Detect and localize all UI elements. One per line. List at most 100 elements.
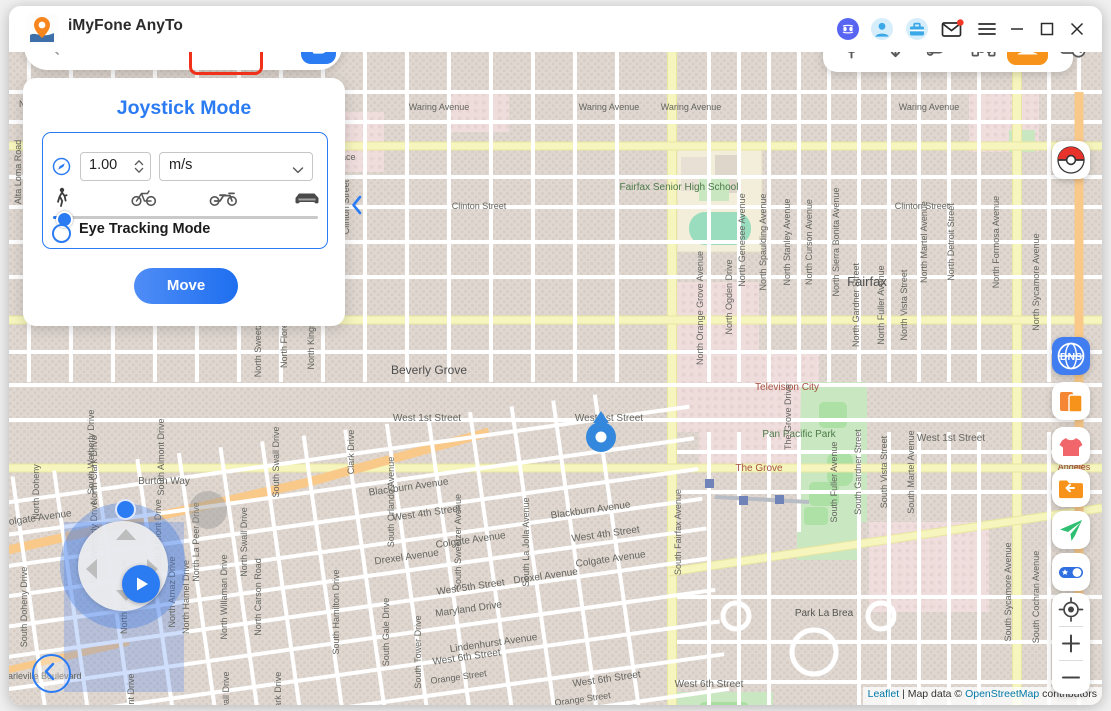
current-location-marker[interactable] (586, 411, 616, 458)
title-bar: iMyFone AnyTo (9, 6, 1102, 52)
map-street-label: South Orlando Avenue (386, 457, 396, 547)
move-button[interactable]: Move (134, 268, 238, 304)
app-title: iMyFone AnyTo (68, 17, 183, 35)
eye-tracking-radio[interactable] (52, 224, 71, 243)
speed-input[interactable]: 1.00 (80, 152, 151, 181)
map-street-label: South Hamilton Drive (331, 569, 341, 654)
map-label: Fairfax Senior High School (620, 182, 739, 193)
walk-icon (51, 187, 73, 205)
joystick-control[interactable] (60, 503, 186, 629)
user-account-icon[interactable] (870, 17, 894, 41)
map-label: Waring Avenue (899, 102, 960, 112)
map-street-label: South Fairfax Avenue (673, 489, 683, 575)
map-street-label: North Willaman Drive (219, 554, 229, 639)
map-street-label: North Spaulding Avenue (758, 194, 768, 291)
joystick-play-button[interactable] (122, 565, 160, 603)
chevron-down-icon (292, 162, 304, 180)
map-street-label: The Grove Drive (783, 384, 793, 450)
speed-unit-select[interactable]: m/s (159, 152, 313, 181)
map-label: West 1st Street (917, 433, 985, 444)
minimize-button[interactable] (1006, 18, 1028, 40)
pokeball-button[interactable] (1052, 141, 1090, 179)
app-logo-icon (26, 13, 58, 45)
map-street-label: South Cochran Avenue (1031, 551, 1041, 643)
locate-me-button[interactable] (1052, 593, 1090, 626)
map-street-label: North Sierra Bonita Avenue (831, 188, 841, 297)
panel-collapse-button[interactable] (349, 194, 365, 221)
map-street-label: North Fuller Avenue (876, 265, 886, 344)
hamburger-menu-icon[interactable] (975, 17, 999, 41)
map-street-label: South Gardner Street (853, 429, 863, 515)
toggle-button[interactable] (1052, 553, 1090, 591)
speed-stepper[interactable] (133, 157, 145, 176)
map-street-label: South Clark Drive (273, 672, 283, 705)
speed-unit-value: m/s (169, 157, 192, 173)
discord-icon[interactable] (836, 17, 860, 41)
map-label: West 6th Street (675, 679, 744, 690)
map-street-label: North Clark Drive (89, 435, 99, 504)
map-street-label: South Swall Drive (221, 671, 231, 705)
map-street-label: North Carson Road (253, 558, 263, 636)
devices-button[interactable] (1052, 382, 1090, 420)
map-street-label: North Martel Avenue (919, 201, 929, 283)
leaflet-link[interactable]: Leaflet (868, 688, 900, 700)
map-street-label: South Almont Drive (126, 673, 136, 705)
move-button-label: Move (134, 277, 238, 294)
car-icon (293, 187, 315, 205)
mail-icon[interactable] (940, 17, 964, 41)
map-street-label: North Orange Grove Avenue (695, 251, 705, 365)
map-street-label: North Genesee Avenue (737, 193, 747, 286)
openstreetmap-link[interactable]: OpenStreetMap (965, 688, 1039, 700)
joystick-handle-dot[interactable] (115, 499, 136, 520)
maximize-button[interactable] (1036, 18, 1058, 40)
map-street-label: South Almont Drive (156, 418, 166, 495)
speed-settings-box: 1.00 m/s (42, 132, 328, 249)
motorcycle-icon (209, 187, 231, 205)
map-label: Beverly Grove (391, 363, 467, 377)
speed-slider[interactable] (53, 216, 318, 219)
speed-value: 1.00 (89, 157, 117, 173)
import-folder-button[interactable] (1052, 469, 1090, 507)
map-street-label: South Martel Avenue (906, 430, 916, 513)
map-label: Park La Brea (795, 608, 854, 619)
speedometer-icon (52, 157, 71, 181)
zoom-in-button[interactable] (1052, 627, 1090, 660)
map-street-label: South La Jolla Avenue (521, 497, 531, 586)
map-street-label: South Sweetzer Avenue (453, 494, 463, 590)
joystick-inner-pad (78, 521, 168, 611)
joystick-mode-panel: Joystick Mode 1.00 m/s (23, 78, 345, 326)
map-street-label: South Gale Drive (381, 598, 391, 667)
joystick-left-arrow-icon[interactable] (86, 559, 97, 579)
bicycle-icon (131, 187, 153, 205)
map-street-label: North Detroit Street (946, 203, 956, 281)
map-street-label: Alta Loma Road (13, 140, 23, 205)
map-street-label: North Ogden Drive (724, 259, 734, 334)
map-street-label: South Vista Street (879, 435, 889, 508)
toolbox-icon[interactable] (905, 17, 929, 41)
map-street-label: Clark Drive (346, 430, 356, 475)
map-street-label: North Gardner Street (851, 262, 861, 347)
zoom-controls (1052, 593, 1090, 694)
map-label: West 1st Street (393, 413, 461, 424)
bottom-collapse-button[interactable] (32, 654, 71, 693)
zoom-out-button[interactable] (1052, 661, 1090, 694)
joystick-up-arrow-icon[interactable] (116, 529, 136, 540)
dns-button[interactable]: DNS (1052, 337, 1090, 375)
cooldown-shirt-button[interactable] (1052, 427, 1090, 465)
map-street-label: North Sycamore Avenue (1031, 233, 1041, 330)
map-street-label: South Tower Drive (413, 615, 423, 688)
map-label: Waring Avenue (579, 102, 640, 112)
map-street-label: North Formosa Avenue (991, 196, 1001, 288)
map-street-label: South Sycamore Avenue (1003, 543, 1013, 642)
map-label: Pan Pacific Park (762, 429, 836, 440)
map-street-label: South Fuller Avenue (829, 442, 839, 523)
attribution-separator: | Map data © (899, 688, 965, 700)
app-window: Norma PlaceWaring AvenueWaring AvenueWar… (9, 6, 1102, 705)
map-street-label: North Doheny (31, 464, 41, 520)
telegram-button[interactable] (1052, 511, 1090, 549)
map-street-label: South Swall Drive (271, 426, 281, 497)
svg-text:DNS: DNS (1060, 351, 1082, 363)
map-street-label: North Vista Street (899, 269, 909, 340)
map-label: The Grove (735, 463, 783, 474)
close-button[interactable] (1066, 18, 1088, 40)
